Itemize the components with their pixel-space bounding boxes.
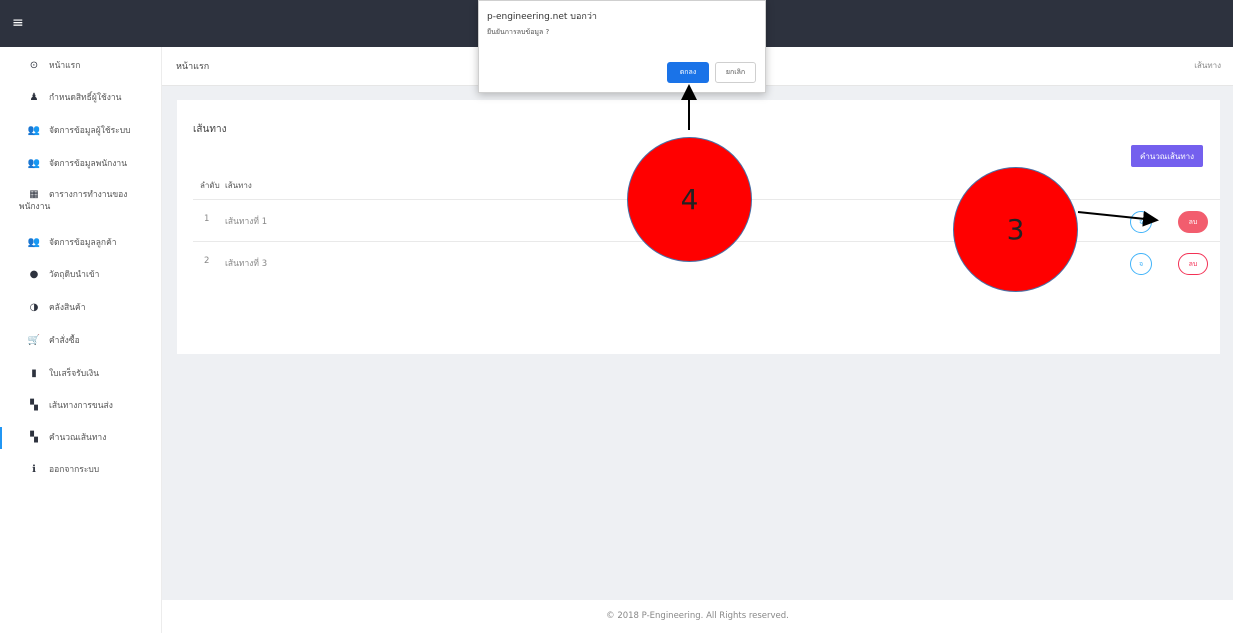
sidebar-item-permissions[interactable]: ♟ กำหนดสิทธิ์ผู้ใช้งาน (0, 92, 161, 104)
sidebar-item-label: ใบเสร็จรับเงิน (49, 369, 100, 379)
annotation-marker-3: 3 (953, 167, 1078, 292)
sidebar-item-label: ตารางการทำงานของ (49, 190, 128, 200)
users-icon: 👥 (27, 125, 41, 136)
sidebar-item-label-line2: พนักงาน (19, 202, 51, 212)
file-icon: ▮ (31, 368, 37, 379)
sidebar-item-label: จัดการข้อมูลพนักงาน (49, 159, 128, 169)
sidebar-item-calculate-route[interactable]: ▚ คำนวณเส้นทาง (0, 427, 161, 449)
sidebar-item-employees[interactable]: 👥 จัดการข้อมูลพนักงาน (0, 158, 161, 170)
row-name: เส้นทางที่ 1 (225, 217, 268, 227)
sidebar-item-label: คลังสินค้า (49, 303, 86, 313)
sidebar-item-label: จัดการข้อมูลผู้ใช้ระบบ (49, 126, 131, 136)
clock-icon: ⊙ (29, 60, 39, 71)
product-icon: ● (29, 269, 39, 280)
sidebar-item-warehouse[interactable]: ◑ คลังสินค้า (0, 302, 161, 314)
page-title: หน้าแรก (176, 62, 210, 72)
sidebar-item-label: กำหนดสิทธิ์ผู้ใช้งาน (49, 93, 122, 103)
sidebar-item-work-schedule[interactable]: ▦ ตารางการทำงานของ (0, 189, 161, 201)
sidebar-item-logout[interactable]: ℹ ออกจากระบบ (0, 464, 161, 476)
row-index: 1 (204, 214, 210, 224)
main-content: หน้าแรก เส้นทาง เส้นทาง คำนวณเส้นทาง ลำด… (162, 47, 1233, 600)
delete-button[interactable]: ลบ (1178, 211, 1208, 233)
edit-button[interactable]: จ (1130, 211, 1152, 233)
confirm-dialog: p-engineering.net บอกว่า ยืนยันการลบข้อม… (478, 0, 766, 93)
sidebar-item-raw-materials[interactable]: ● วัตถุดิบนำเข้า (0, 269, 161, 281)
menu-icon[interactable]: ≡ (12, 14, 24, 32)
sidebar-item-label: คำสั่งซื้อ (49, 336, 80, 346)
info-icon: ℹ (32, 464, 36, 475)
card-title: เส้นทาง (193, 124, 227, 135)
calculate-route-button[interactable]: คำนวณเส้นทาง (1131, 145, 1203, 167)
sidebar-item-label: หน้าแรก (49, 61, 81, 71)
delete-button[interactable]: ลบ (1178, 253, 1208, 275)
sidebar-item-label: วัตถุดิบนำเข้า (49, 270, 100, 280)
ok-button[interactable]: ตกลง (667, 62, 709, 83)
sidebar-item-system-users[interactable]: 👥 จัดการข้อมูลผู้ใช้ระบบ (0, 125, 161, 137)
dialog-message: ยืนยันการลบข้อมูล ? (487, 28, 550, 36)
user-icon: ♟ (29, 92, 39, 103)
sidebar-item-orders[interactable]: 🛒 คำสั่งซื้อ (0, 335, 161, 347)
row-index: 2 (204, 256, 210, 266)
map-icon: ▚ (30, 400, 38, 411)
dialog-title: p-engineering.net บอกว่า (487, 12, 597, 22)
sidebar-item-receipts[interactable]: ▮ ใบเสร็จรับเงิน (0, 368, 161, 380)
stock-icon: ◑ (29, 302, 39, 313)
annotation-marker-4: 4 (627, 137, 752, 262)
column-header-route: เส้นทาง (225, 181, 252, 190)
sidebar-item-label: จัดการข้อมูลลูกค้า (49, 238, 117, 248)
sidebar-item-label: ออกจากระบบ (49, 465, 100, 475)
footer: © 2018 P-Engineering. All Rights reserve… (162, 600, 1233, 633)
cancel-button[interactable]: ยกเลิก (715, 62, 756, 83)
sidebar-item-transport-routes[interactable]: ▚ เส้นทางการขนส่ง (0, 400, 161, 412)
sidebar-item-home[interactable]: ⊙ หน้าแรก (0, 60, 161, 72)
table-icon: ▦ (29, 189, 39, 200)
map-icon: ▚ (30, 432, 38, 443)
users-icon: 👥 (27, 237, 41, 248)
sidebar-item-label: คำนวณเส้นทาง (49, 433, 107, 443)
sidebar-item-work-schedule-cont[interactable]: พนักงาน (0, 201, 161, 213)
row-name: เส้นทางที่ 3 (225, 259, 268, 269)
cart-icon: 🛒 (27, 335, 41, 346)
breadcrumb-current[interactable]: เส้นทาง (1194, 59, 1221, 72)
users-icon: 👥 (27, 158, 41, 169)
edit-button[interactable]: จ (1130, 253, 1152, 275)
sidebar-item-customers[interactable]: 👥 จัดการข้อมูลลูกค้า (0, 237, 161, 249)
sidebar-item-label: เส้นทางการขนส่ง (49, 401, 113, 411)
column-header-index: ลำดับ (200, 181, 220, 190)
sidebar: ⊙ หน้าแรก ♟ กำหนดสิทธิ์ผู้ใช้งาน 👥 จัดกา… (0, 47, 162, 633)
